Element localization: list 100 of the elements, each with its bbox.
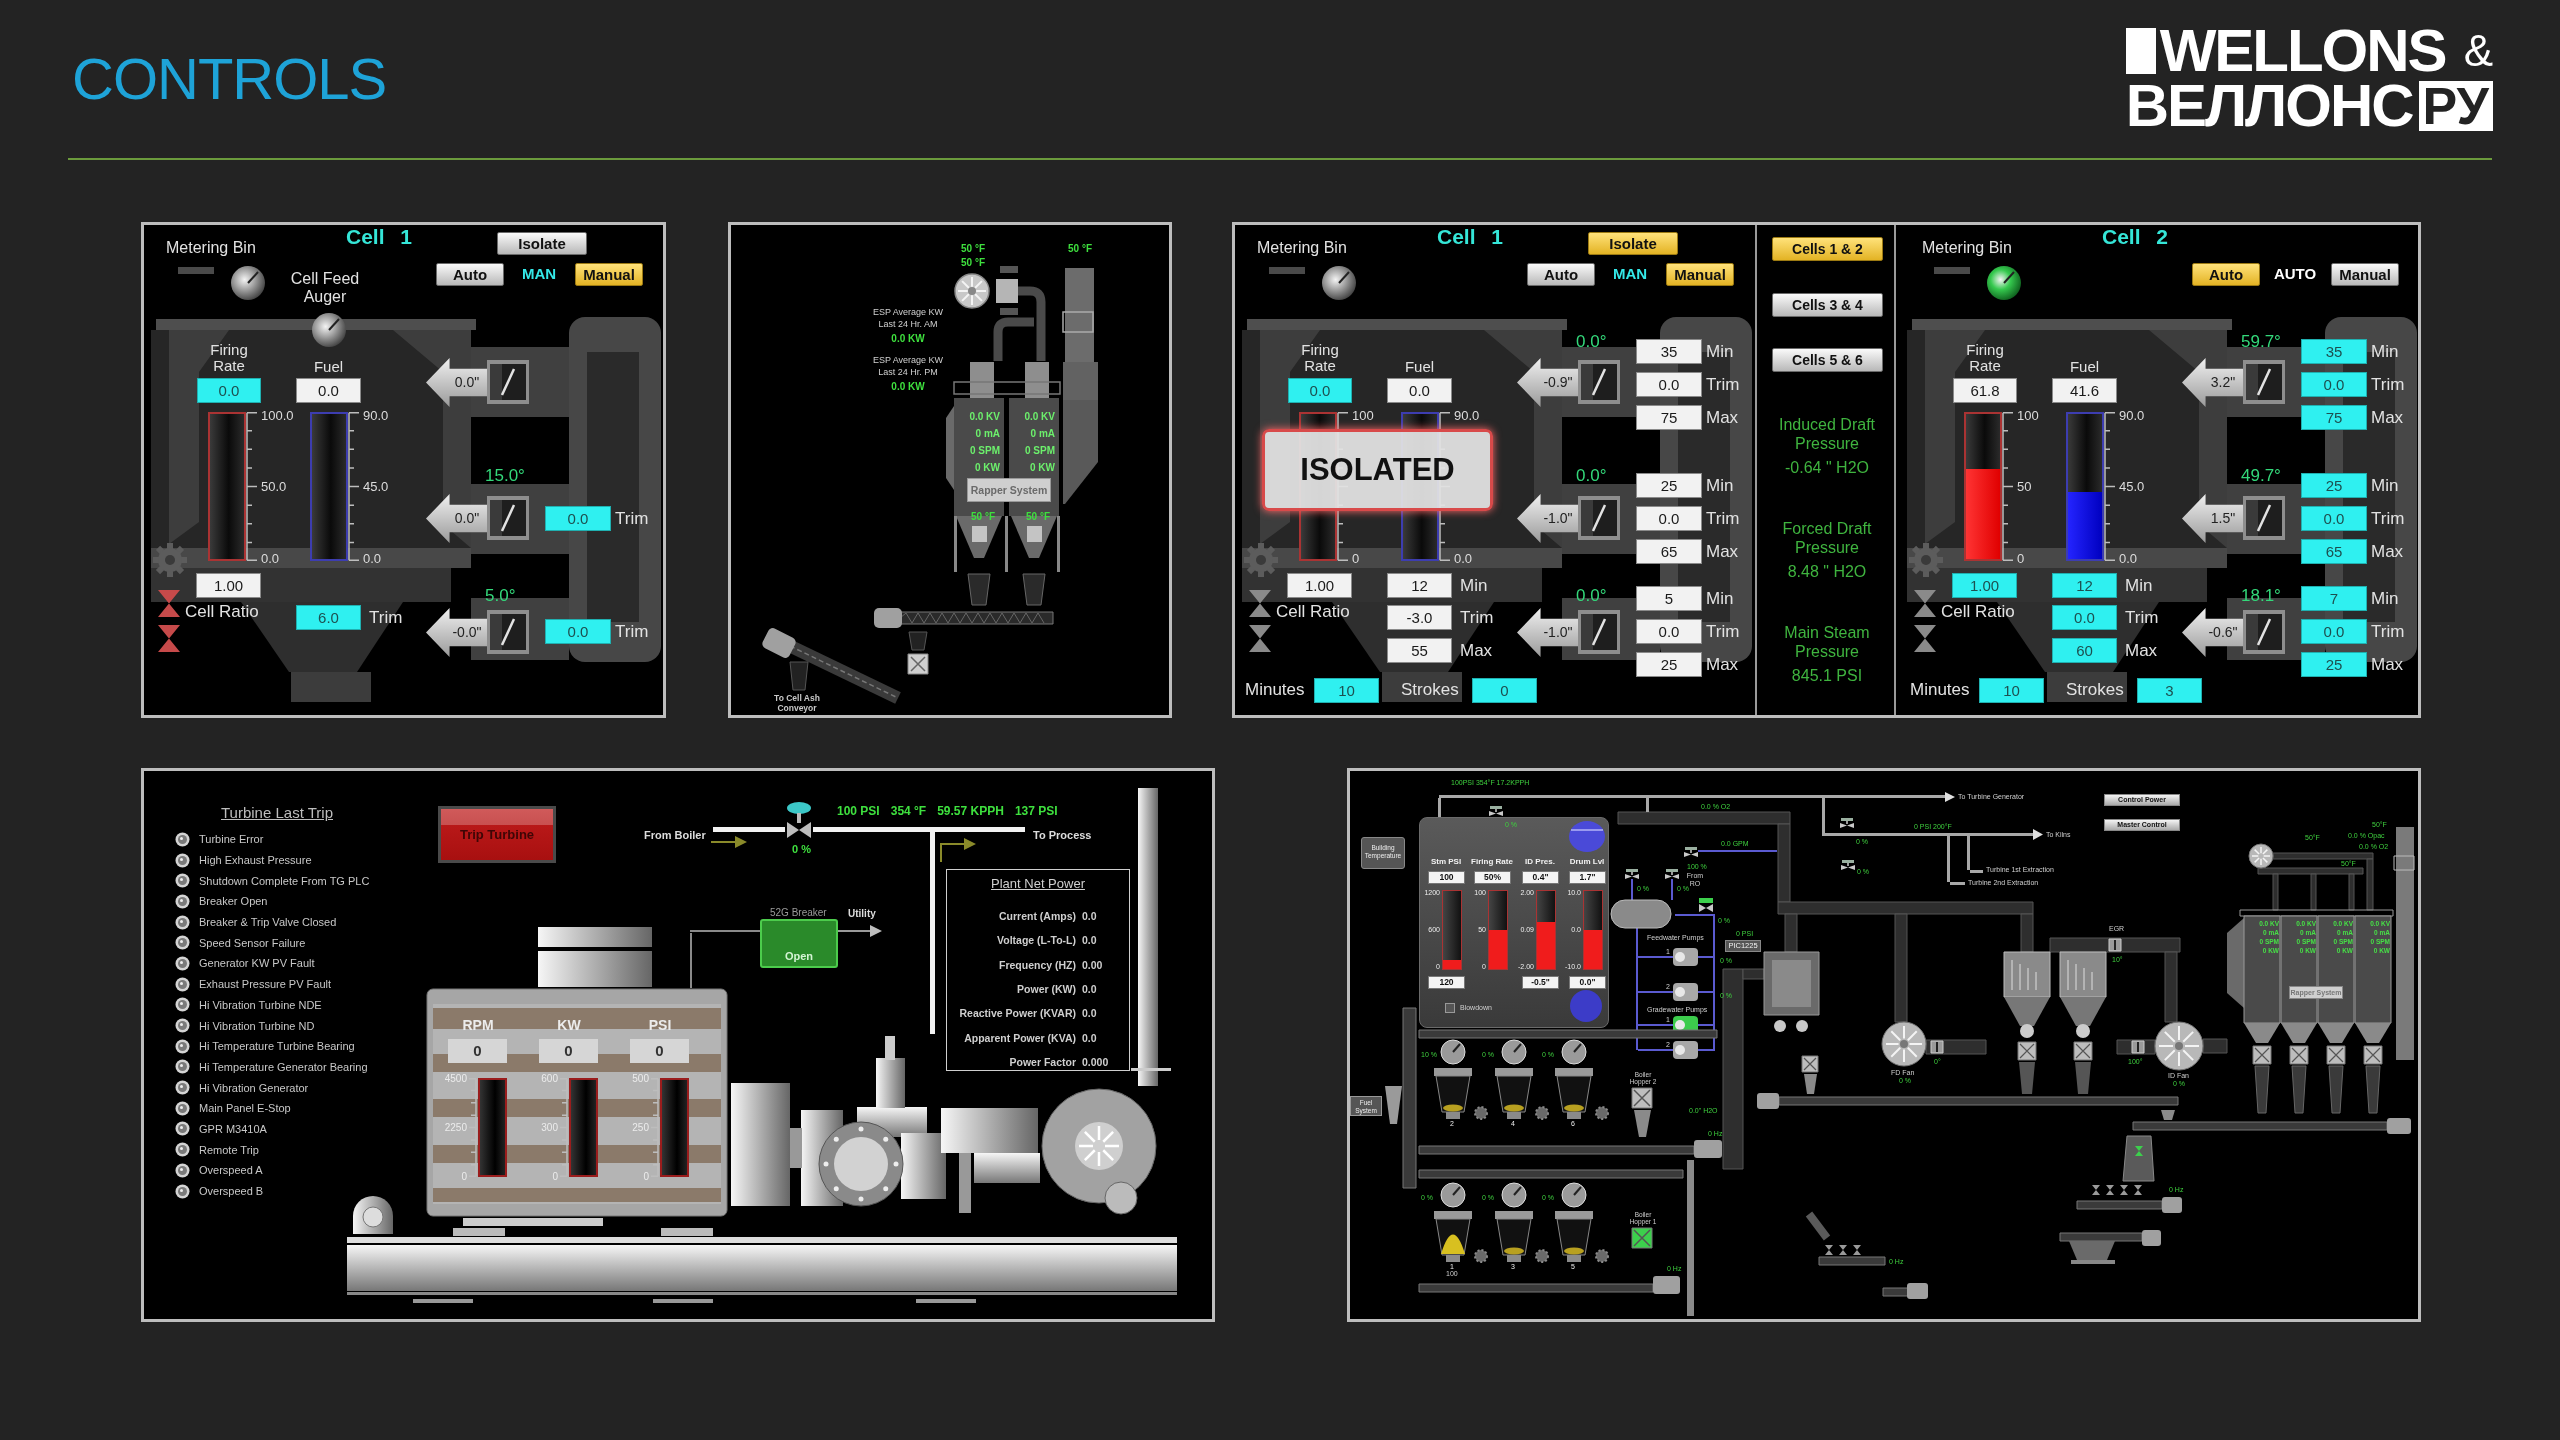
setpoint-field[interactable]: 0.0	[1636, 506, 1702, 531]
pipe-label: From Boiler	[644, 829, 706, 841]
kw-average-value: 0.0 KW	[891, 381, 925, 393]
power-value: 0.0	[1082, 983, 1098, 996]
mode-button[interactable]: Manual	[575, 263, 643, 286]
setpoint-field[interactable]: 6.0	[296, 605, 361, 630]
isolate-button[interactable]: Isolate	[497, 232, 587, 255]
dial-icon	[1561, 1039, 1587, 1065]
damper-angle: 59.7°	[2241, 332, 2281, 352]
setpoint-field[interactable]: 65	[1636, 539, 1702, 564]
trip-cause: Overspeed A	[199, 1164, 263, 1177]
dial-icon	[1561, 1182, 1587, 1208]
setpoint-label: Min	[2371, 589, 2399, 608]
setpoint-field[interactable]: 7	[2301, 586, 2367, 611]
setpoint-label: Min	[2371, 476, 2399, 495]
mode-button[interactable]: Auto	[436, 263, 504, 286]
conveyor-label: To Cell Ash Conveyor	[773, 693, 821, 713]
field-reading: 0 KW	[1030, 461, 1055, 475]
field-reading: 0 SPM	[970, 444, 1000, 458]
damper-angle: 0.0°	[1576, 332, 1607, 352]
scale-label: 0	[1352, 552, 1360, 566]
mode-button[interactable]: Auto	[2192, 263, 2260, 286]
gauge-readout: 0	[448, 1039, 507, 1063]
damper-icon	[2243, 496, 2285, 540]
damper-icon	[1578, 610, 1620, 654]
level-indicator	[1269, 267, 1305, 274]
setpoint-field[interactable]: 0.0	[2301, 372, 2367, 397]
pressure-value: 8.48 " H2O	[1786, 562, 1868, 581]
utility-arrow-icon	[838, 925, 882, 937]
setpoint-field[interactable]: 35	[2301, 339, 2367, 364]
gear-icon	[1535, 1106, 1549, 1120]
setpoint-label: Min	[2125, 576, 2153, 595]
scale-label: 0.0	[1454, 552, 1473, 566]
setpoint-field[interactable]: 12	[1387, 573, 1452, 598]
fan-icon	[954, 273, 990, 309]
setpoint-field[interactable]: 25	[1636, 652, 1702, 677]
control-valve-icon	[1489, 806, 1503, 816]
cell-group-button[interactable]: Cells 1 & 2	[1772, 237, 1883, 261]
counter-label: Minutes	[1245, 680, 1305, 699]
trip-cause: Remote Trip	[199, 1143, 259, 1156]
setpoint-field[interactable]: 25	[2301, 652, 2367, 677]
scale-label: 0	[2017, 552, 2025, 566]
setpoint-field[interactable]: 65	[2301, 539, 2367, 564]
setpoint-field[interactable]: 25	[1636, 473, 1702, 498]
scale-label: 90.0	[1454, 409, 1480, 423]
blowdown-checkbox[interactable]	[1445, 1003, 1455, 1013]
setpoint-field[interactable]: 55	[1387, 638, 1452, 663]
gauge-readout: 0	[630, 1039, 689, 1063]
setpoint-field[interactable]: 0.0	[1636, 372, 1702, 397]
power-label: Frequency (HZ)	[998, 958, 1076, 971]
gear-icon	[1474, 1106, 1488, 1120]
fuel-label: Fuel	[1403, 359, 1436, 375]
setpoint-field[interactable]: 60	[2052, 638, 2117, 663]
setpoint-field[interactable]: 0.0	[2301, 506, 2367, 531]
page-title: CONTROLS	[72, 45, 387, 113]
pipe-label: To Process	[1033, 829, 1092, 841]
firing-rate-readout: 0.0	[1288, 378, 1352, 403]
setpoint-field[interactable]: 0.0	[2301, 619, 2367, 644]
dome-cap-icon	[353, 1196, 393, 1234]
cell-ratio-label: Cell Ratio	[1941, 602, 2015, 621]
setpoint-field[interactable]: 12	[2052, 573, 2117, 598]
setpoint-field[interactable]: 35	[1636, 339, 1702, 364]
mode-button[interactable]: Manual	[1666, 263, 1734, 286]
scale-label: 100.0	[261, 409, 294, 423]
damper-angle: 0.0°	[1576, 466, 1607, 486]
cell-group-button[interactable]: Cells 3 & 4	[1772, 292, 1883, 317]
mode-status: MAN	[520, 264, 558, 284]
setpoint-label: Max	[1706, 542, 1739, 561]
setpoint-field[interactable]: 75	[2301, 405, 2367, 430]
setpoint-field[interactable]: 25	[2301, 473, 2367, 498]
setpoint-field[interactable]: 0.0	[545, 619, 611, 644]
flow-arrow-icon	[1945, 792, 1955, 802]
damper-angle: 5.0°	[485, 586, 516, 606]
logo-wordmark: ВЕЛЛОНС	[2125, 78, 2413, 134]
setpoint-label: Trim	[2125, 608, 2159, 627]
setpoint-field[interactable]: 75	[1636, 405, 1702, 430]
mode-button[interactable]: Manual	[2331, 263, 2399, 286]
setpoint-label: Min	[1706, 476, 1734, 495]
breaker-button[interactable]: Open	[760, 919, 838, 968]
setpoint-field[interactable]: -3.0	[1387, 605, 1452, 630]
mode-button[interactable]: Auto	[1527, 263, 1595, 286]
setpoint-field[interactable]: 0.0	[1636, 619, 1702, 644]
temperature-reading: 50 °F	[961, 257, 985, 268]
isolate-button[interactable]: Isolate	[1588, 232, 1678, 255]
cell-group-button[interactable]: Cells 5 & 6	[1772, 348, 1883, 372]
fuel-readout: 41.6	[2052, 378, 2117, 403]
steam-reading: 59.57 KPPH	[937, 805, 1004, 818]
trip-cause: Speed Sensor Failure	[199, 936, 306, 949]
power-label: Apparent Power (KVA)	[963, 1031, 1076, 1044]
setpoint-field[interactable]: 0.0	[2052, 605, 2117, 630]
gauge-readout: 0	[539, 1039, 598, 1063]
damper-icon	[1578, 496, 1620, 540]
water-line	[1671, 879, 1673, 900]
rapper-system-button[interactable]: Rapper System	[967, 478, 1051, 502]
trip-list-title: Turbine Last Trip	[221, 804, 333, 821]
trip-cause: GPR M3410A	[199, 1122, 267, 1135]
kw-average-value: 0.0 KW	[891, 333, 925, 345]
trip-cause: High Exhaust Pressure	[199, 854, 312, 867]
setpoint-field[interactable]: 0.0	[545, 506, 611, 531]
setpoint-field[interactable]: 5	[1636, 586, 1702, 611]
